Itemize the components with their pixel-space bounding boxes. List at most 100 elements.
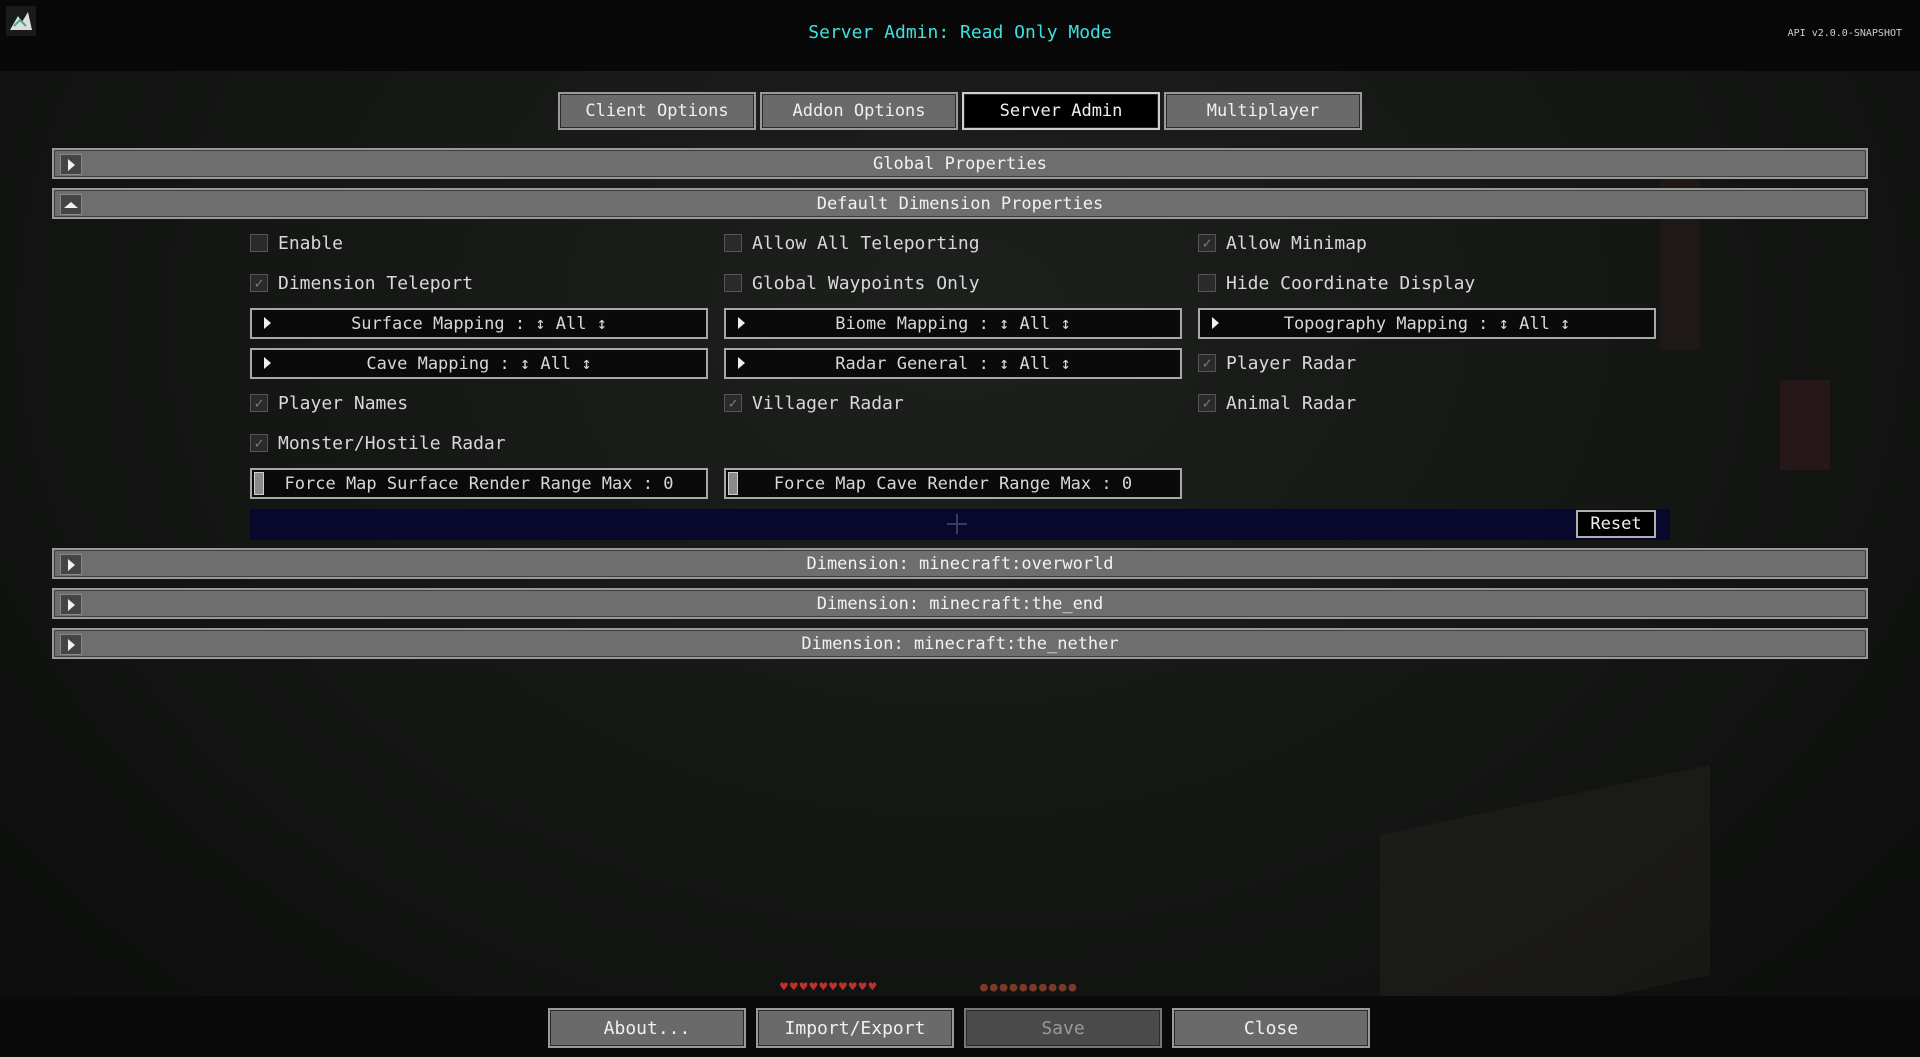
dropdown-label: Topography Mapping : ↕ All ↕ bbox=[1283, 313, 1571, 334]
expand-toggle[interactable] bbox=[60, 154, 82, 175]
hide-coordinate-display-checkbox[interactable]: Hide Coordinate Display bbox=[1198, 271, 1475, 295]
expand-icon bbox=[264, 317, 271, 329]
checkmark-icon[interactable]: ✓ bbox=[1198, 234, 1216, 252]
section-dimension-the-nether[interactable]: Dimension: minecraft:the_nether bbox=[52, 628, 1868, 659]
dimension-teleport-checkbox[interactable]: ✓ Dimension Teleport bbox=[250, 271, 473, 295]
health-bar: ♥ ♥ ♥ ♥ ♥ ♥ ♥ ♥ ♥ ♥ bbox=[780, 980, 876, 995]
checkbox-label: Enable bbox=[278, 232, 344, 254]
drumstick-icon: ● bbox=[1058, 980, 1067, 995]
checkbox-label: Allow Minimap bbox=[1226, 232, 1367, 254]
reset-button[interactable]: Reset bbox=[1576, 510, 1656, 538]
enable-checkbox[interactable]: Enable bbox=[250, 231, 343, 255]
checkbox-box[interactable] bbox=[724, 274, 742, 292]
version-label: API v2.0.0-SNAPSHOT bbox=[1787, 28, 1902, 39]
heart-icon: ♥ bbox=[838, 980, 847, 995]
slider-handle[interactable] bbox=[254, 472, 264, 495]
heart-icon: ♥ bbox=[819, 980, 828, 995]
close-button[interactable]: Close bbox=[1172, 1008, 1370, 1048]
header-bar: Server Admin: Read Only Mode API v2.0.0-… bbox=[0, 0, 1920, 71]
checkbox-label: Player Radar bbox=[1226, 352, 1357, 374]
drumstick-icon: ● bbox=[1068, 980, 1077, 995]
drumstick-icon: ● bbox=[1009, 980, 1018, 995]
section-global-properties[interactable]: Global Properties bbox=[52, 148, 1868, 179]
slider-label: Force Map Cave Render Range Max : 0 bbox=[773, 473, 1133, 494]
section-title: Global Properties bbox=[873, 153, 1047, 174]
background-block bbox=[1780, 380, 1830, 470]
heart-icon: ♥ bbox=[780, 980, 788, 995]
checkmark-icon[interactable]: ✓ bbox=[250, 274, 268, 292]
chevron-right-icon bbox=[67, 638, 75, 651]
allow-minimap-checkbox[interactable]: ✓ Allow Minimap bbox=[1198, 231, 1367, 255]
expand-icon bbox=[264, 357, 271, 369]
section-default-dimension-properties[interactable]: Default Dimension Properties bbox=[52, 188, 1868, 219]
page-title: Server Admin: Read Only Mode bbox=[808, 22, 1112, 43]
heart-icon: ♥ bbox=[848, 980, 857, 995]
player-names-checkbox[interactable]: ✓ Player Names bbox=[250, 391, 408, 415]
cave-mapping-dropdown[interactable]: Cave Mapping : ↕ All ↕ bbox=[250, 348, 708, 379]
heart-icon: ♥ bbox=[799, 980, 808, 995]
heart-icon: ♥ bbox=[789, 980, 798, 995]
section-dimension-the-end[interactable]: Dimension: minecraft:the_end bbox=[52, 588, 1868, 619]
monster-hostile-radar-checkbox[interactable]: ✓ Monster/Hostile Radar bbox=[250, 431, 506, 455]
drumstick-icon: ● bbox=[1038, 980, 1047, 995]
checkmark-icon[interactable]: ✓ bbox=[250, 434, 268, 452]
expand-icon bbox=[1212, 317, 1219, 329]
drumstick-icon: ● bbox=[989, 980, 998, 995]
about-button[interactable]: About... bbox=[548, 1008, 746, 1048]
expand-toggle[interactable] bbox=[60, 594, 82, 615]
checkmark-icon[interactable]: ✓ bbox=[250, 394, 268, 412]
global-waypoints-only-checkbox[interactable]: Global Waypoints Only bbox=[724, 271, 980, 295]
reset-row: Reset bbox=[250, 509, 1670, 540]
footer-bar bbox=[0, 996, 1920, 1057]
checkbox-label: Hide Coordinate Display bbox=[1226, 272, 1476, 294]
expand-icon bbox=[738, 357, 745, 369]
checkmark-icon[interactable]: ✓ bbox=[1198, 394, 1216, 412]
radar-general-dropdown[interactable]: Radar General : ↕ All ↕ bbox=[724, 348, 1182, 379]
checkbox-box[interactable] bbox=[250, 234, 268, 252]
tab-multiplayer[interactable]: Multiplayer bbox=[1164, 92, 1362, 130]
heart-icon: ♥ bbox=[858, 980, 867, 995]
surface-mapping-dropdown[interactable]: Surface Mapping : ↕ All ↕ bbox=[250, 308, 708, 339]
hunger-bar: ● ● ● ● ● ● ● ● ● ● bbox=[980, 980, 1076, 995]
surface-render-range-slider[interactable]: Force Map Surface Render Range Max : 0 bbox=[250, 468, 708, 499]
checkbox-box[interactable] bbox=[724, 234, 742, 252]
allow-all-teleporting-checkbox[interactable]: Allow All Teleporting bbox=[724, 231, 980, 255]
checkbox-label: Dimension Teleport bbox=[278, 272, 474, 294]
checkmark-icon[interactable]: ✓ bbox=[724, 394, 742, 412]
dropdown-label: Surface Mapping : ↕ All ↕ bbox=[351, 313, 607, 334]
checkbox-label: Global Waypoints Only bbox=[752, 272, 980, 294]
animal-radar-checkbox[interactable]: ✓ Animal Radar bbox=[1198, 391, 1356, 415]
section-dimension-overworld[interactable]: Dimension: minecraft:overworld bbox=[52, 548, 1868, 579]
dropdown-label: Biome Mapping : ↕ All ↕ bbox=[835, 313, 1071, 334]
slider-handle[interactable] bbox=[728, 472, 738, 495]
tab-bar: Client Options Addon Options Server Admi… bbox=[558, 92, 1362, 130]
drumstick-icon: ● bbox=[999, 980, 1008, 995]
import-export-button[interactable]: Import/Export bbox=[756, 1008, 954, 1048]
topography-mapping-dropdown[interactable]: Topography Mapping : ↕ All ↕ bbox=[1198, 308, 1656, 339]
tab-client-options[interactable]: Client Options bbox=[558, 92, 756, 130]
checkmark-icon[interactable]: ✓ bbox=[1198, 354, 1216, 372]
chevron-right-icon bbox=[67, 558, 75, 571]
background-block bbox=[1660, 150, 1700, 350]
drumstick-icon: ● bbox=[980, 980, 988, 995]
section-title: Dimension: minecraft:the_end bbox=[816, 593, 1104, 614]
checkbox-label: Allow All Teleporting bbox=[752, 232, 980, 254]
chevron-right-icon bbox=[67, 598, 75, 611]
save-button[interactable]: Save bbox=[964, 1008, 1162, 1048]
checkbox-label: Player Names bbox=[278, 392, 409, 414]
drumstick-icon: ● bbox=[1019, 980, 1028, 995]
tab-server-admin[interactable]: Server Admin bbox=[962, 92, 1160, 130]
expand-toggle[interactable] bbox=[60, 554, 82, 575]
biome-mapping-dropdown[interactable]: Biome Mapping : ↕ All ↕ bbox=[724, 308, 1182, 339]
slider-label: Force Map Surface Render Range Max : 0 bbox=[284, 473, 674, 494]
cave-render-range-slider[interactable]: Force Map Cave Render Range Max : 0 bbox=[724, 468, 1182, 499]
drumstick-icon: ● bbox=[1048, 980, 1057, 995]
expand-toggle[interactable] bbox=[60, 634, 82, 655]
player-radar-checkbox[interactable]: ✓ Player Radar bbox=[1198, 351, 1356, 375]
checkbox-box[interactable] bbox=[1198, 274, 1216, 292]
villager-radar-checkbox[interactable]: ✓ Villager Radar bbox=[724, 391, 904, 415]
tab-addon-options[interactable]: Addon Options bbox=[760, 92, 958, 130]
heart-icon: ♥ bbox=[868, 980, 877, 995]
collapse-toggle[interactable] bbox=[60, 194, 82, 215]
section-title: Dimension: minecraft:overworld bbox=[806, 553, 1114, 574]
